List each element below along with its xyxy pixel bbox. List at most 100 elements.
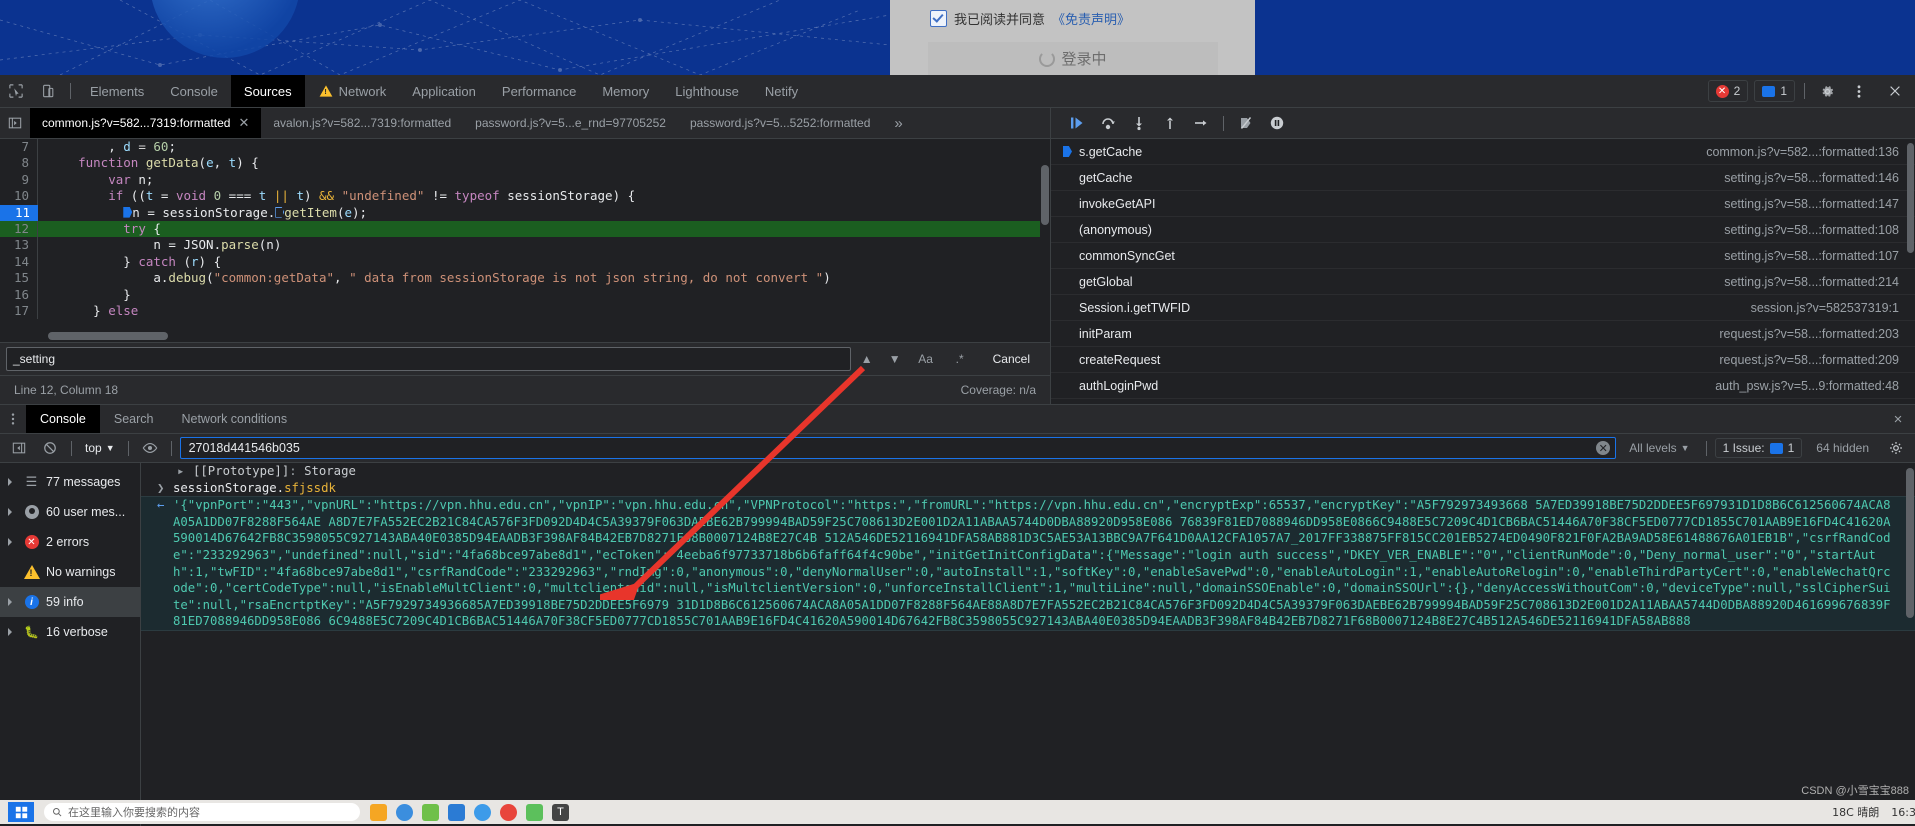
clock[interactable]: 16:31 xyxy=(1891,806,1915,819)
live-expression-icon[interactable] xyxy=(137,437,163,459)
issues-badge[interactable]: 1 Issue: 1 xyxy=(1714,438,1803,458)
tab-memory[interactable]: Memory xyxy=(589,75,662,107)
cancel-search-button[interactable]: Cancel xyxy=(979,352,1044,366)
step-into-next-function-call-icon[interactable] xyxy=(1125,111,1153,135)
taskbar-app-icon[interactable] xyxy=(370,803,387,821)
expand-arrow-icon[interactable]: ▸ xyxy=(177,463,193,480)
line-number-breakpoint[interactable]: 11 xyxy=(0,204,38,221)
taskbar-app-icon[interactable] xyxy=(396,803,413,821)
pause-on-exceptions-icon[interactable] xyxy=(1263,111,1291,135)
tab-network[interactable]: Network xyxy=(305,75,400,107)
match-case-button[interactable]: Aa xyxy=(911,348,941,370)
file-tab-common-js[interactable]: common.js?v=582...7319:formatted ✕ xyxy=(30,108,262,138)
expand-triangle-icon[interactable] xyxy=(8,598,16,606)
call-stack-scrollbar[interactable] xyxy=(1906,139,1915,404)
call-stack-row[interactable]: createRequest request.js?v=58...:formatt… xyxy=(1051,347,1915,373)
close-drawer-icon[interactable]: × xyxy=(1881,405,1915,433)
editor-vertical-scrollbar[interactable] xyxy=(1040,139,1050,342)
drawer-tab-console[interactable]: Console xyxy=(26,405,100,433)
log-levels-selector[interactable]: All levels ▼ xyxy=(1621,441,1697,455)
call-stack-row[interactable]: s.getCache common.js?v=582...:formatted:… xyxy=(1051,139,1915,165)
call-stack-list[interactable]: s.getCache common.js?v=582...:formatted:… xyxy=(1051,139,1915,404)
tab-sources[interactable]: Sources xyxy=(230,75,305,107)
call-stack-row[interactable]: getGlobal setting.js?v=58...:formatted:2… xyxy=(1051,269,1915,295)
scrollbar-thumb[interactable] xyxy=(1907,143,1914,253)
console-scrollbar[interactable] xyxy=(1905,463,1915,826)
gear-icon[interactable] xyxy=(1811,75,1843,107)
search-prev-icon[interactable]: ▲ xyxy=(855,348,879,370)
call-stack-row[interactable]: invokeGetAPI setting.js?v=58...:formatte… xyxy=(1051,191,1915,217)
console-sidebar-messages[interactable]: ☰ 77 messages xyxy=(0,467,140,497)
console-sidebar-user-messages[interactable]: 60 user mes... xyxy=(0,497,140,527)
disclaimer-link[interactable]: 《免责声明》 xyxy=(1052,9,1130,28)
tab-console[interactable]: Console xyxy=(157,75,231,107)
regex-button[interactable]: .* xyxy=(945,348,975,370)
file-tab-password-js-formatted[interactable]: password.js?v=5...5252:formatted xyxy=(678,108,882,138)
search-next-icon[interactable]: ▼ xyxy=(883,348,907,370)
console-filter-input[interactable]: 27018d441546b035 ✕ xyxy=(179,437,1617,459)
expand-triangle-icon[interactable] xyxy=(8,478,16,486)
expand-triangle-icon[interactable] xyxy=(8,628,16,636)
taskbar-app-icon[interactable] xyxy=(500,803,517,821)
resume-script-execution-icon[interactable] xyxy=(1063,111,1091,135)
tab-application[interactable]: Application xyxy=(399,75,489,107)
taskbar-app-icon[interactable] xyxy=(474,803,491,821)
taskbar-search-input[interactable]: 在这里输入你要搜索的内容 xyxy=(44,803,360,821)
start-button[interactable] xyxy=(8,802,34,822)
tab-lighthouse[interactable]: Lighthouse xyxy=(662,75,752,107)
more-file-tabs-icon[interactable]: » xyxy=(882,108,914,138)
scrollbar-thumb[interactable] xyxy=(48,332,168,340)
clear-filter-icon[interactable]: ✕ xyxy=(1596,441,1611,455)
scrollbar-thumb[interactable] xyxy=(1041,165,1049,225)
show-navigator-icon[interactable] xyxy=(0,108,30,138)
agreement-row[interactable]: 我已阅读并同意 《免责声明》 xyxy=(930,9,1130,28)
drawer-menu-icon[interactable] xyxy=(0,405,26,433)
close-icon[interactable] xyxy=(1875,75,1915,107)
file-tab-avalon-js[interactable]: avalon.js?v=582...7319:formatted xyxy=(261,108,463,138)
taskbar-app-icon[interactable] xyxy=(422,803,439,821)
console-sidebar-warnings[interactable]: No warnings xyxy=(0,557,140,587)
call-stack-row[interactable]: Session.i.getTWFID session.js?v=58253731… xyxy=(1051,295,1915,321)
error-count-badge[interactable]: ✕ 2 xyxy=(1707,80,1749,102)
console-sidebar-errors[interactable]: ✕ 2 errors xyxy=(0,527,140,557)
login-button[interactable]: 登录中 xyxy=(928,42,1218,75)
clear-console-icon[interactable] xyxy=(37,437,63,459)
kebab-menu-icon[interactable] xyxy=(1843,75,1875,107)
code-editor[interactable]: 7 , d = 60; 8 function getData(e, t) { 9… xyxy=(0,139,1050,342)
search-input[interactable]: _setting xyxy=(6,347,851,371)
console-messages[interactable]: ▸ [[Prototype]]: Storage ❯ sessionStorag… xyxy=(141,463,1915,826)
call-stack-row[interactable]: (anonymous) setting.js?v=58...:formatted… xyxy=(1051,217,1915,243)
execution-context-selector[interactable]: top ▼ xyxy=(80,441,120,455)
drawer-tab-network-conditions[interactable]: Network conditions xyxy=(167,405,301,433)
drawer-tab-search[interactable]: Search xyxy=(100,405,168,433)
message-count-badge[interactable]: 1 xyxy=(1754,80,1795,102)
console-sidebar-verbose[interactable]: 🐛 16 verbose xyxy=(0,617,140,647)
expand-triangle-icon[interactable] xyxy=(8,538,16,546)
tab-elements[interactable]: Elements xyxy=(77,75,157,107)
scrollbar-thumb[interactable] xyxy=(1906,468,1914,618)
step-out-of-current-function-icon[interactable] xyxy=(1156,111,1184,135)
taskbar-app-icon[interactable] xyxy=(448,803,465,821)
deactivate-breakpoints-icon[interactable] xyxy=(1232,111,1260,135)
file-tab-password-js[interactable]: password.js?v=5...e_rnd=97705252 xyxy=(463,108,678,138)
editor-horizontal-scrollbar[interactable] xyxy=(38,332,1040,342)
tab-performance[interactable]: Performance xyxy=(489,75,589,107)
call-stack-row[interactable]: commonSyncGet setting.js?v=58...:formatt… xyxy=(1051,243,1915,269)
close-tab-icon[interactable]: ✕ xyxy=(238,115,249,131)
call-stack-row[interactable]: getCache setting.js?v=58...:formatted:14… xyxy=(1051,165,1915,191)
taskbar-app-icon[interactable] xyxy=(526,803,543,821)
taskbar-app-icon[interactable]: T xyxy=(552,803,569,821)
console-prototype-line[interactable]: ▸ [[Prototype]]: Storage xyxy=(141,463,1915,480)
console-sidebar-info[interactable]: i 59 info xyxy=(0,587,140,617)
inspect-element-icon[interactable] xyxy=(0,75,32,107)
device-toolbar-icon[interactable] xyxy=(32,75,64,107)
step-icon[interactable] xyxy=(1187,111,1215,135)
weather-status[interactable]: 18C 晴朗 xyxy=(1832,804,1879,820)
expand-triangle-icon[interactable] xyxy=(8,508,16,516)
call-stack-row[interactable]: initParam request.js?v=58...:formatted:2… xyxy=(1051,321,1915,347)
console-sidebar-toggle-icon[interactable] xyxy=(6,437,32,459)
console-settings-gear-icon[interactable] xyxy=(1883,437,1909,459)
tab-netify[interactable]: Netify xyxy=(752,75,811,107)
call-stack-row[interactable]: authLoginPwd auth_psw.js?v=5...9:formatt… xyxy=(1051,373,1915,399)
step-over-next-function-call-icon[interactable] xyxy=(1094,111,1122,135)
